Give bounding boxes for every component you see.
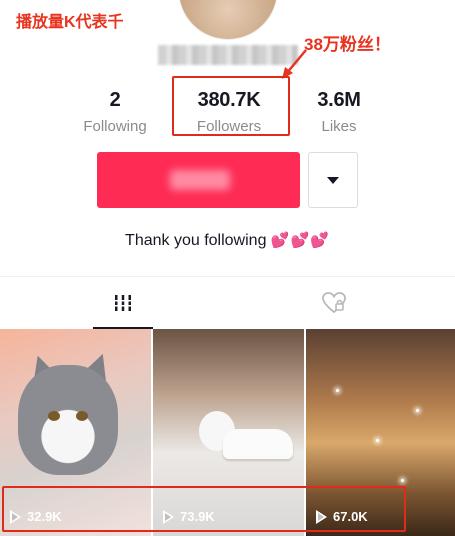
profile-tabs xyxy=(0,276,455,329)
stat-following[interactable]: 2 Following xyxy=(60,89,170,135)
cat-eye xyxy=(48,411,60,421)
bio-text: Thank you following xyxy=(125,232,267,249)
avatar[interactable] xyxy=(178,0,278,40)
annotation-note: 38万粉丝！ xyxy=(304,35,391,54)
liked-heart-icon xyxy=(322,292,346,314)
likes-label: Likes xyxy=(321,118,357,135)
sparkle xyxy=(416,409,419,412)
profile-bio: Thank you following 💕💕💕 xyxy=(0,231,455,250)
likes-count: 3.6M xyxy=(317,89,361,111)
followers-highlight-box xyxy=(172,76,290,136)
tab-liked[interactable] xyxy=(304,277,364,329)
following-count: 2 xyxy=(109,89,121,111)
grid-icon xyxy=(113,295,133,311)
sparkle xyxy=(401,479,404,482)
caret-down-icon xyxy=(327,176,339,184)
stat-likes[interactable]: 3.6M Likes xyxy=(284,89,394,135)
sparkle xyxy=(376,439,379,442)
shoe-image xyxy=(223,429,293,459)
suggested-accounts-button[interactable] xyxy=(308,152,358,208)
cat-image xyxy=(18,365,118,475)
hearts-emoji: 💕💕💕 xyxy=(270,232,330,249)
username-blurred xyxy=(158,45,298,65)
sparkle xyxy=(336,389,339,392)
annotation-title: 播放量K代表千 xyxy=(16,14,124,31)
tab-videos[interactable] xyxy=(93,277,153,329)
cat-eye xyxy=(76,411,88,421)
views-highlight-box xyxy=(2,486,406,532)
following-label: Following xyxy=(83,118,147,135)
follow-button-label-blurred xyxy=(170,170,230,190)
